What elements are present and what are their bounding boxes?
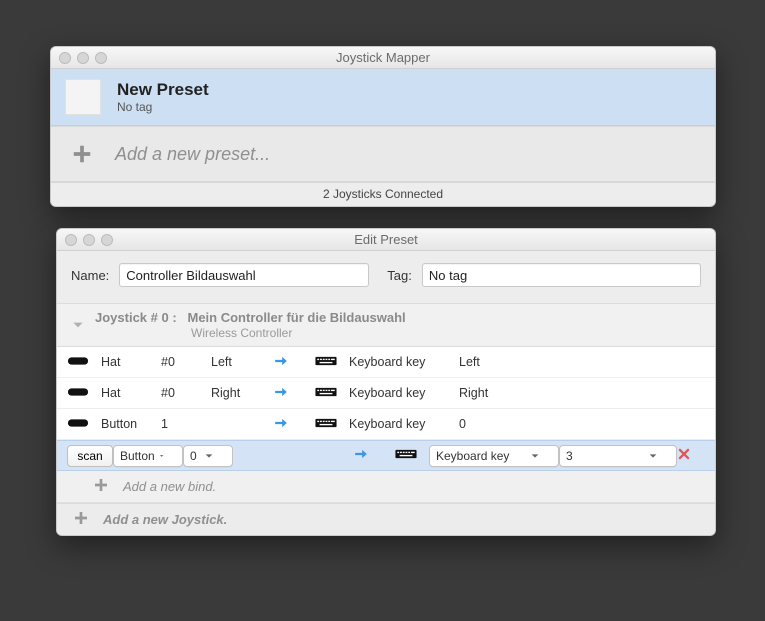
- gamepad-icon: [67, 416, 101, 433]
- output-type: Keyboard key: [349, 386, 459, 400]
- preset-tag: No tag: [117, 100, 209, 114]
- bind-rows: Hat #0 Left Keyboard key Left Hat #0 Rig…: [57, 347, 715, 503]
- keyboard-icon: [315, 416, 349, 433]
- name-label: Name:: [71, 268, 109, 283]
- source-index: #0: [161, 355, 211, 369]
- source-type-select[interactable]: Button: [113, 445, 183, 467]
- keyboard-icon: [315, 354, 349, 371]
- name-field[interactable]: [119, 263, 369, 287]
- window-title: Edit Preset: [57, 232, 715, 247]
- source-type: Button: [101, 417, 161, 431]
- titlebar[interactable]: Edit Preset: [57, 229, 715, 251]
- source-value: Left: [211, 355, 271, 369]
- add-joystick-button[interactable]: Add a new Joystick.: [57, 503, 715, 535]
- bind-row[interactable]: Hat #0 Right Keyboard key Right: [57, 378, 715, 409]
- add-preset-button[interactable]: Add a new preset...: [51, 126, 715, 182]
- scan-button[interactable]: scan: [67, 445, 113, 467]
- plus-icon: [65, 137, 99, 171]
- keyboard-icon: [395, 447, 429, 464]
- main-window: Joystick Mapper New Preset No tag Add a …: [50, 46, 716, 207]
- chevron-down-icon: [204, 451, 214, 461]
- output-type: Keyboard key: [349, 355, 459, 369]
- arrow-right-icon: [271, 385, 315, 402]
- joystick-subtype: Wireless Controller: [191, 326, 406, 340]
- window-title: Joystick Mapper: [51, 50, 715, 65]
- output-type-select[interactable]: Keyboard key: [429, 445, 559, 467]
- add-bind-button[interactable]: Add a new bind.: [57, 471, 715, 503]
- arrow-right-icon: [351, 447, 395, 464]
- source-index: #0: [161, 386, 211, 400]
- source-type: Hat: [101, 355, 161, 369]
- close-icon[interactable]: [65, 234, 77, 246]
- delete-bind-button[interactable]: [677, 447, 705, 464]
- bind-row[interactable]: Button 1 Keyboard key 0: [57, 409, 715, 440]
- tag-label: Tag:: [387, 268, 412, 283]
- source-value: Right: [211, 386, 271, 400]
- preset-thumbnail: [65, 79, 101, 115]
- zoom-icon[interactable]: [101, 234, 113, 246]
- chevron-down-icon: [71, 318, 85, 332]
- preset-item[interactable]: New Preset No tag: [51, 69, 715, 126]
- add-joystick-label: Add a new Joystick.: [103, 512, 227, 527]
- arrow-right-icon: [271, 354, 315, 371]
- titlebar[interactable]: Joystick Mapper: [51, 47, 715, 69]
- output-value-select[interactable]: 3: [559, 445, 677, 467]
- output-value: 0: [459, 417, 677, 431]
- traffic-lights[interactable]: [57, 234, 113, 246]
- bind-row-editing[interactable]: scan Button 0 Keyboard key 3: [57, 440, 715, 471]
- plus-icon: [73, 510, 89, 529]
- joystick-name: Mein Controller für die Bildauswahl: [188, 310, 406, 325]
- joystick-section-header[interactable]: Joystick # 0 : Mein Controller für die B…: [57, 303, 715, 347]
- arrow-right-icon: [271, 416, 315, 433]
- gamepad-icon: [67, 354, 101, 371]
- preset-name: New Preset: [117, 80, 209, 100]
- minimize-icon[interactable]: [83, 234, 95, 246]
- gamepad-icon: [67, 385, 101, 402]
- add-bind-label: Add a new bind.: [123, 479, 216, 494]
- source-index: 1: [161, 417, 211, 431]
- form-row: Name: Tag:: [57, 251, 715, 303]
- bind-row[interactable]: Hat #0 Left Keyboard key Left: [57, 347, 715, 378]
- chevron-down-icon: [648, 451, 658, 461]
- chevron-down-icon: [530, 451, 540, 461]
- output-value: Right: [459, 386, 677, 400]
- keyboard-icon: [315, 385, 349, 402]
- edit-preset-window: Edit Preset Name: Tag: Joystick # 0 : Me…: [56, 228, 716, 536]
- joystick-prefix: Joystick # 0 :: [95, 310, 177, 325]
- output-value: Left: [459, 355, 677, 369]
- minimize-icon[interactable]: [77, 52, 89, 64]
- zoom-icon[interactable]: [95, 52, 107, 64]
- tag-field[interactable]: [422, 263, 701, 287]
- status-bar: 2 Joysticks Connected: [51, 182, 715, 206]
- close-icon[interactable]: [59, 52, 71, 64]
- plus-icon: [93, 477, 109, 496]
- output-type: Keyboard key: [349, 417, 459, 431]
- add-preset-label: Add a new preset...: [115, 144, 270, 165]
- traffic-lights[interactable]: [51, 52, 107, 64]
- chevron-down-icon: [159, 451, 164, 461]
- source-index-select[interactable]: 0: [183, 445, 233, 467]
- source-type: Hat: [101, 386, 161, 400]
